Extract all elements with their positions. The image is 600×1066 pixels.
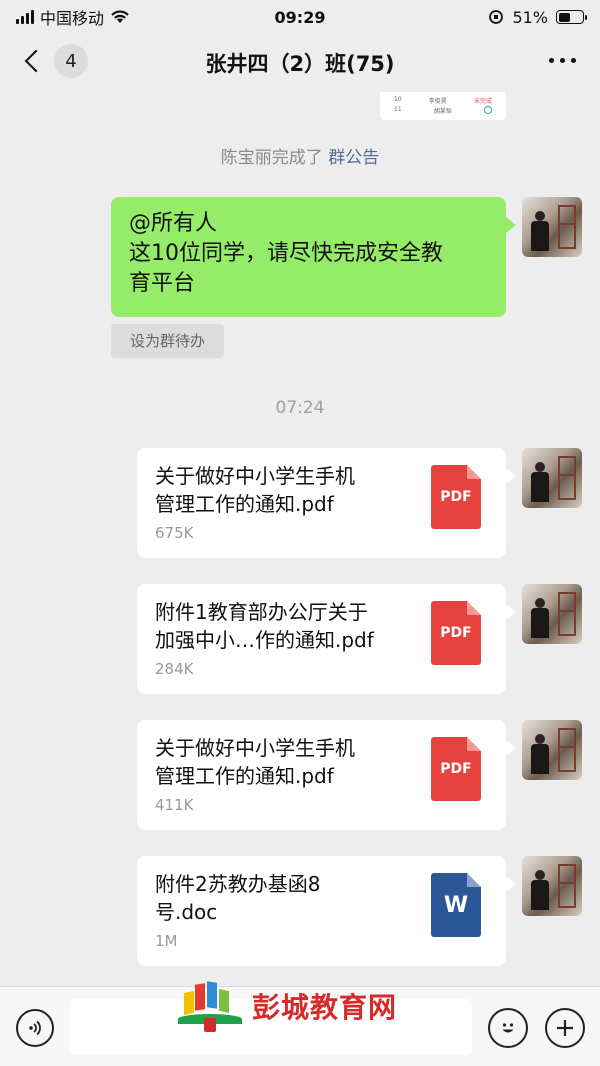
more-button[interactable] <box>549 58 576 63</box>
check-icon <box>484 106 492 114</box>
file-message[interactable]: 关于做好中小学生手机 管理工作的通知.pdf 675K PDF <box>137 448 516 558</box>
set-group-todo-button[interactable]: 设为群待办 <box>111 324 224 358</box>
bubble-line: 育平台 <box>129 271 196 296</box>
announcement-bubble[interactable]: @所有人 这10位同学，请尽快完成安全教 育平台 <box>111 197 516 317</box>
plus-icon <box>557 1020 573 1036</box>
file-message[interactable]: 附件1教育部办公厅关于 加强中小…作的通知.pdf 284K PDF <box>137 584 516 694</box>
file-name-line: 关于做好中小学生手机 <box>155 464 355 488</box>
bubble-line: @所有人 <box>129 211 218 236</box>
more-dots-icon <box>549 58 554 63</box>
image-cell: 11 <box>394 106 402 113</box>
battery-icon <box>556 10 587 24</box>
voice-button[interactable] <box>16 1009 54 1047</box>
file-name: 关于做好中小学生手机 管理工作的通知.pdf <box>155 734 420 790</box>
file-message[interactable]: 关于做好中小学生手机 管理工作的通知.pdf 411K PDF <box>137 720 516 830</box>
file-name-line: 附件1教育部办公厅关于 <box>155 600 368 624</box>
timestamp: 07:24 <box>275 398 325 418</box>
image-cell: 10 <box>394 96 402 103</box>
avatar[interactable] <box>522 448 582 508</box>
avatar[interactable] <box>522 584 582 644</box>
file-name-line: 号.doc <box>155 900 218 924</box>
emoji-button[interactable] <box>488 1008 528 1048</box>
system-text: 陈宝丽完成了 <box>220 148 323 168</box>
file-name-line: 关于做好中小学生手机 <box>155 736 355 760</box>
file-name-line: 管理工作的通知.pdf <box>155 492 334 516</box>
file-message[interactable]: 附件2苏教办基函8 号.doc 1M W <box>137 856 516 966</box>
file-name: 附件2苏教办基函8 号.doc <box>155 870 420 926</box>
file-name: 附件1教育部办公厅关于 加强中小…作的通知.pdf <box>155 598 420 654</box>
status-bar: 中国移动 09:29 51% <box>0 0 600 34</box>
avatar[interactable] <box>522 720 582 780</box>
orientation-lock-icon <box>489 10 504 24</box>
word-file-icon: W <box>431 873 481 937</box>
avatar[interactable] <box>522 856 582 916</box>
input-bar <box>0 986 600 1066</box>
bubble-line: 这10位同学，请尽快完成安全教 <box>129 241 443 266</box>
signal-icon <box>16 10 34 24</box>
file-name: 关于做好中小学生手机 管理工作的通知.pdf <box>155 462 420 518</box>
back-button[interactable]: 4 <box>18 44 88 78</box>
chevron-left-icon <box>24 49 48 73</box>
file-name-line: 附件2苏教办基函8 <box>155 872 321 896</box>
image-message[interactable]: 10 李俊昊 未完成 11 胡某怡 <box>380 92 506 120</box>
image-cell: 李俊昊 <box>428 98 447 105</box>
image-cell: 未完成 <box>473 98 492 105</box>
wifi-icon <box>111 10 129 23</box>
file-name-line: 管理工作的通知.pdf <box>155 764 334 788</box>
avatar[interactable] <box>522 197 582 257</box>
voice-icon <box>29 1020 41 1036</box>
pdf-file-icon: PDF <box>431 737 481 801</box>
battery-percent: 51% <box>512 7 548 27</box>
pdf-file-icon: PDF <box>431 465 481 529</box>
message-input[interactable] <box>70 999 472 1055</box>
image-cell: 胡某怡 <box>433 108 452 115</box>
nav-bar: 4 张井四（2）班(75) <box>0 34 600 92</box>
pdf-file-icon: PDF <box>431 601 481 665</box>
system-message: 陈宝丽完成了 群公告 <box>0 143 600 168</box>
carrier-label: 中国移动 <box>40 9 105 28</box>
unread-badge: 4 <box>54 44 88 78</box>
file-name-line: 加强中小…作的通知.pdf <box>155 628 374 652</box>
announcement-link[interactable]: 群公告 <box>328 148 379 168</box>
emoji-icon <box>502 1023 514 1033</box>
plus-button[interactable] <box>545 1008 585 1048</box>
chat-title: 张井四（2）班(75) <box>205 52 395 76</box>
